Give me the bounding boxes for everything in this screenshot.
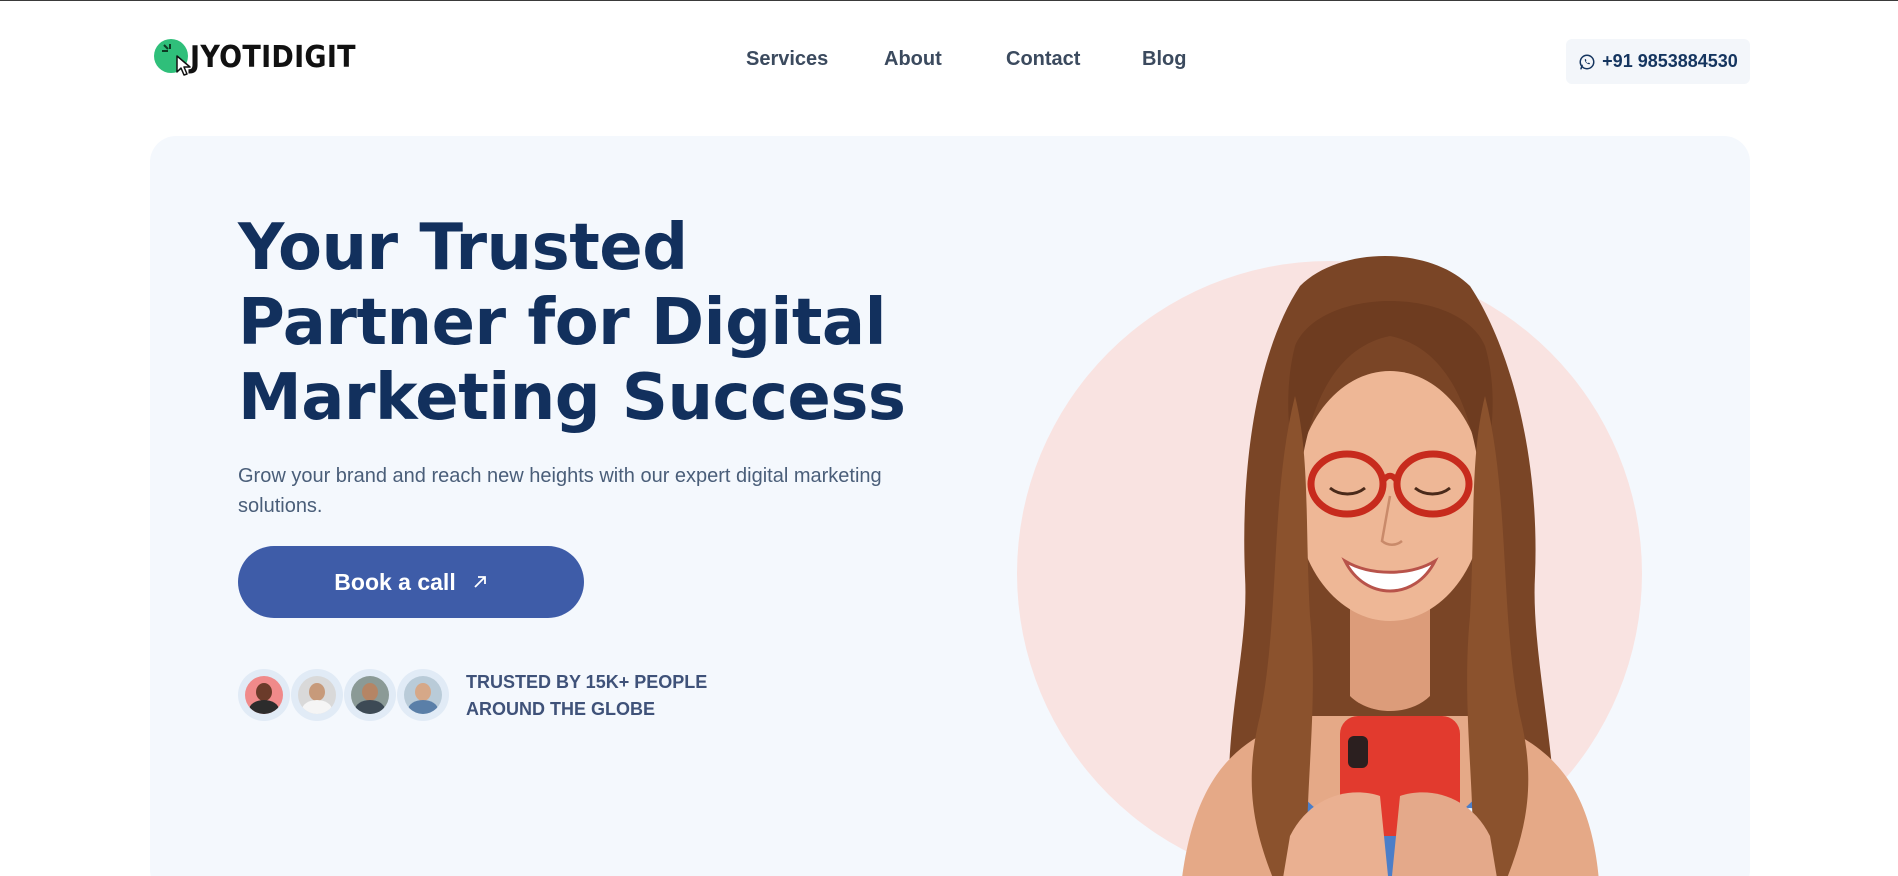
avatar bbox=[344, 669, 396, 721]
book-call-button[interactable]: Book a call bbox=[238, 546, 584, 618]
logo[interactable]: JYOTIDIGIT bbox=[154, 39, 374, 76]
hero-woman-image bbox=[1182, 256, 1599, 876]
arrow-up-right-icon bbox=[474, 576, 486, 588]
nav-services[interactable]: Services bbox=[746, 48, 828, 71]
hero-subtitle: Grow your brand and reach new heights wi… bbox=[238, 465, 882, 517]
site-header: JYOTIDIGIT Services About Contact Blog +… bbox=[0, 1, 1898, 121]
book-call-label: Book a call bbox=[334, 568, 456, 595]
nav-contact[interactable]: Contact bbox=[1006, 48, 1086, 71]
avatar bbox=[291, 669, 343, 721]
nav-blog[interactable]: Blog bbox=[1142, 48, 1192, 71]
avatar bbox=[397, 669, 449, 721]
phone-number: +91 9853884530 bbox=[1602, 51, 1738, 71]
logo-text: JYOTIDIGIT bbox=[190, 39, 356, 75]
trusted-text: TRUSTED BY 15K+ PEOPLE AROUND THE GLOBE bbox=[466, 669, 726, 723]
nav-about[interactable]: About bbox=[884, 48, 954, 71]
avatar-group bbox=[238, 669, 450, 721]
trusted-line-2: AROUND THE GLOBE bbox=[466, 699, 655, 719]
avatar bbox=[238, 669, 290, 721]
whatsapp-icon bbox=[1579, 54, 1595, 69]
phone-button[interactable]: +91 9853884530 bbox=[1566, 39, 1750, 84]
hero-title: Your Trusted Partner for Digital Marketi… bbox=[238, 211, 906, 435]
hero-section: Your Trusted Partner for Digital Marketi… bbox=[150, 136, 1750, 876]
logo-cursor-icon bbox=[154, 39, 191, 76]
trusted-line-1: TRUSTED BY 15K+ PEOPLE bbox=[466, 672, 708, 692]
